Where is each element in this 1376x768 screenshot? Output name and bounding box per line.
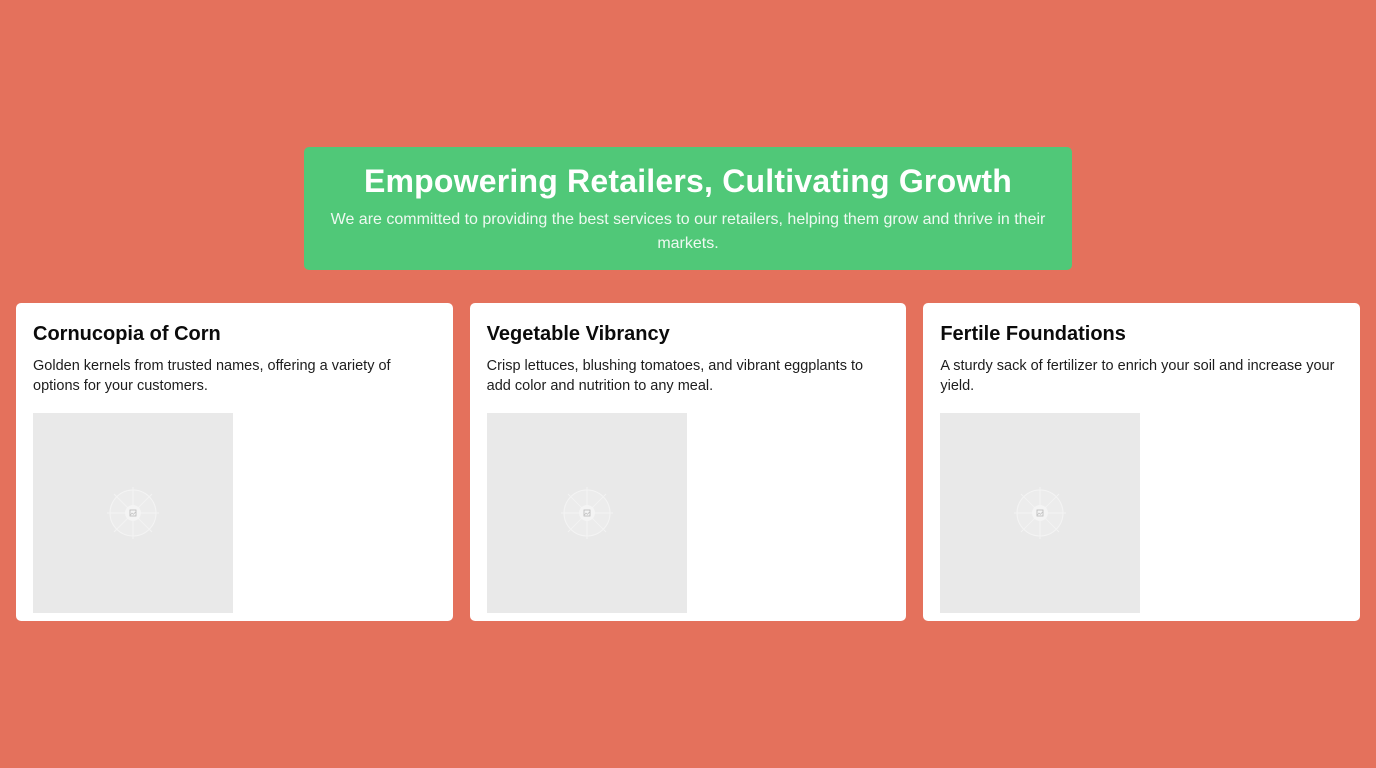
card-image-placeholder (33, 413, 233, 613)
card-description: A sturdy sack of fertilizer to enrich yo… (940, 358, 1335, 394)
card-title: Vegetable Vibrancy (486, 323, 670, 345)
product-card-fertilizer: Fertile Foundations A sturdy sack of fer… (923, 303, 1361, 621)
card-title: Cornucopia of Corn (33, 323, 221, 345)
hero-title: Empowering Retailers, Cultivating Growth (363, 163, 1013, 199)
card-description: Crisp lettuces, blushing tomatoes, and v… (486, 358, 864, 394)
image-placeholder-icon (107, 487, 159, 539)
image-placeholder-icon (1014, 487, 1067, 539)
image-placeholder-icon (560, 487, 613, 539)
product-card-vegetables: Vegetable Vibrancy Crisp lettuces, blush… (469, 303, 907, 621)
card-image-placeholder (486, 413, 687, 613)
card-description: Golden kernels from trusted names, offer… (33, 358, 391, 394)
card-title: Fertile Foundations (940, 323, 1126, 345)
hero-banner: Empowering Retailers, Cultivating Growth… (304, 147, 1072, 270)
product-card-corn: Cornucopia of Corn Golden kernels from t… (16, 303, 453, 621)
product-cards: Cornucopia of Corn Golden kernels from t… (16, 303, 1361, 621)
hero-subtitle: We are committed to providing the best s… (330, 211, 1046, 252)
card-image-placeholder (940, 413, 1141, 613)
